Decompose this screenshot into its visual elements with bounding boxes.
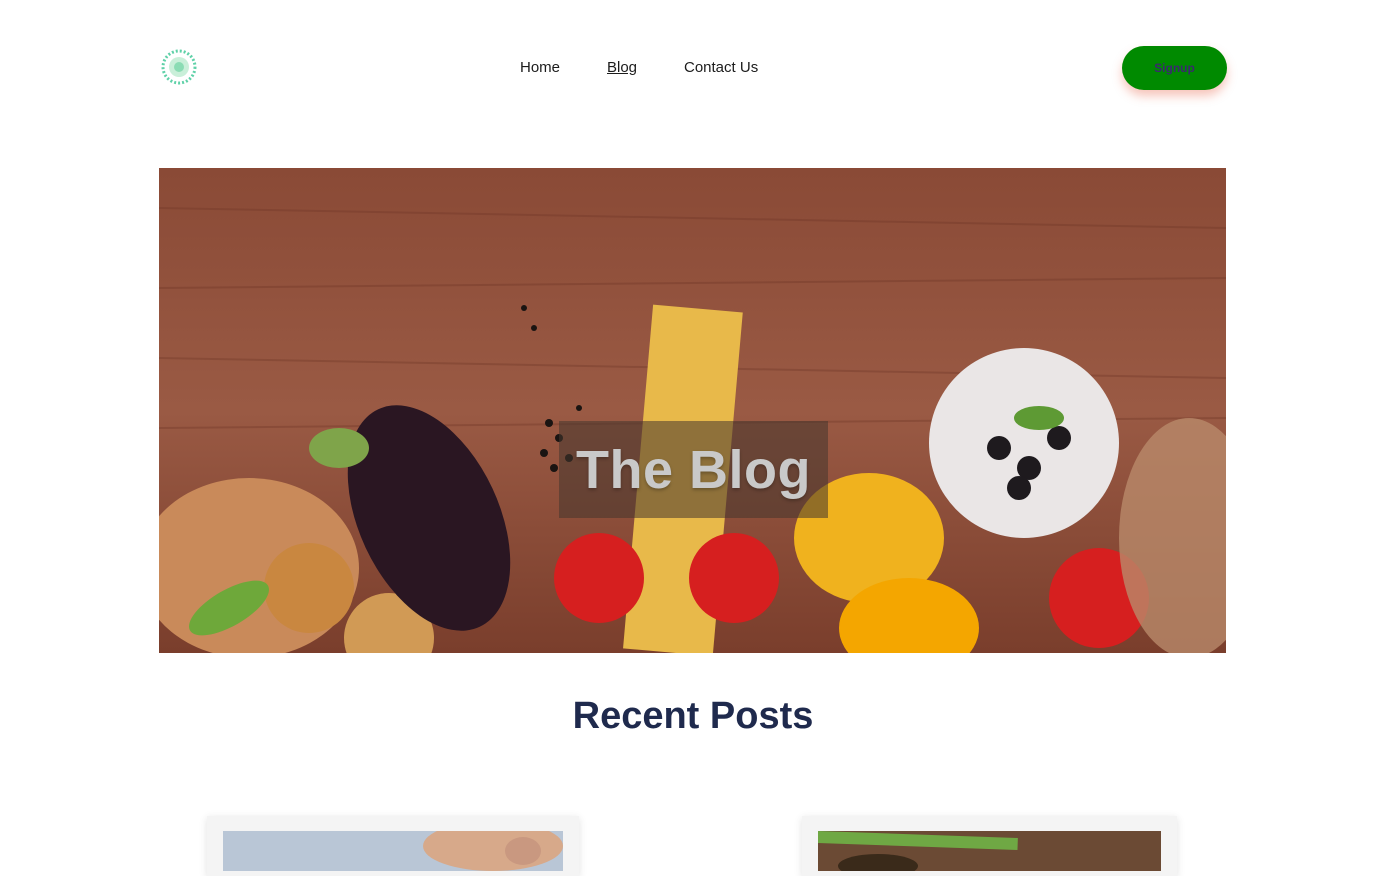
signup-button[interactable]: Signup — [1122, 46, 1227, 90]
post-card[interactable] — [207, 816, 579, 876]
recent-posts-title: Recent Posts — [572, 695, 814, 737]
hero-title-box: The Blog — [559, 421, 828, 518]
nav-blog-link[interactable]: Blog — [607, 59, 637, 77]
post-card[interactable] — [802, 816, 1177, 876]
nav-contact-link[interactable]: Contact Us — [684, 59, 758, 77]
nav-home-link[interactable]: Home — [520, 59, 560, 77]
post-thumbnail[interactable] — [223, 831, 563, 871]
hero-banner: The Blog — [159, 168, 1226, 653]
hero-image — [159, 168, 1226, 653]
post-thumbnail[interactable] — [818, 831, 1161, 871]
hero-title: The Blog — [576, 439, 811, 500]
